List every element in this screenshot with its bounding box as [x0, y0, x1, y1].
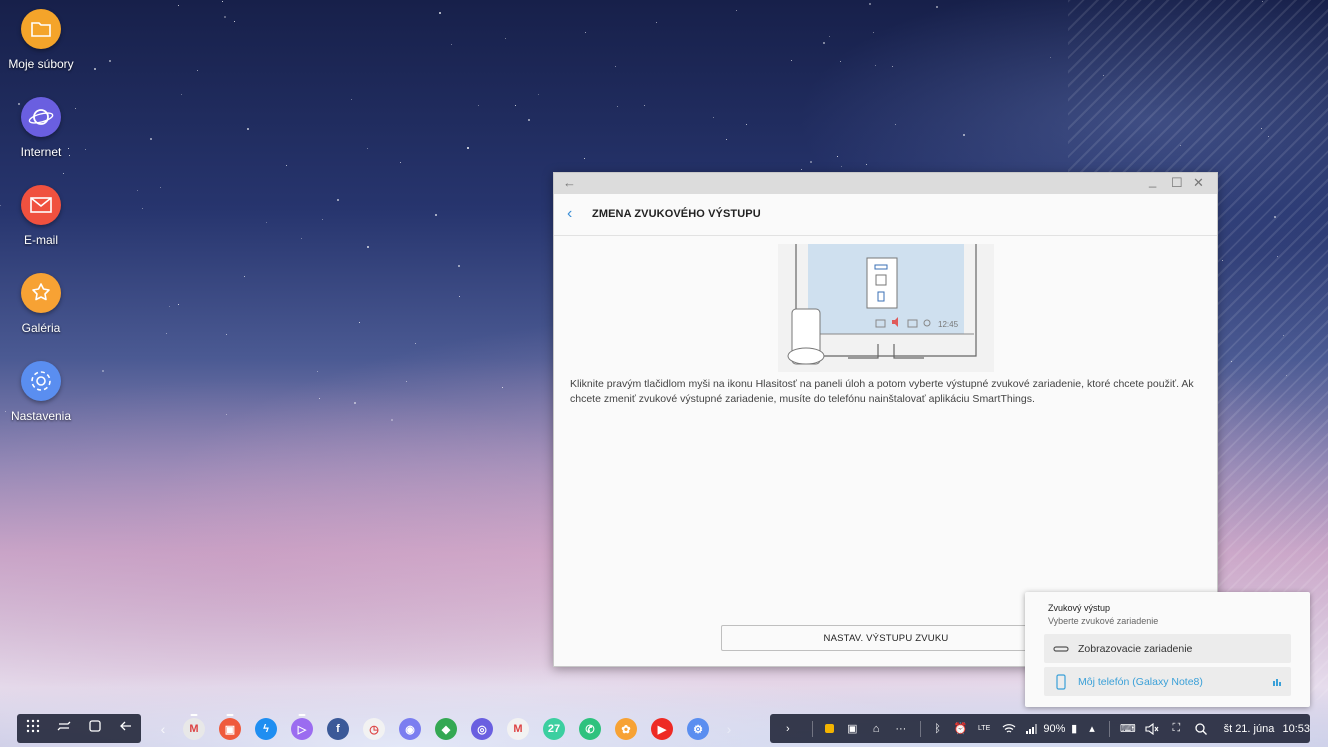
option-label: Môj telefón (Galaxy Note8) — [1078, 675, 1203, 688]
app-red-icon: ▣ — [219, 718, 241, 740]
taskbar-navigation — [17, 714, 141, 743]
popup-subtitle: Vyberte zvukové zariadenie — [1048, 616, 1159, 626]
internet-icon — [21, 97, 61, 137]
desktop-icon-label: Moje súbory — [8, 57, 74, 71]
desktop-icon-label: Internet — [20, 145, 62, 159]
desktop-icon-label: Nastavenia — [10, 409, 72, 423]
more-notifications-icon[interactable]: ··· — [888, 714, 914, 743]
facebook-icon: f — [327, 718, 349, 740]
desktop-icon-settings[interactable]: Nastavenia — [0, 361, 82, 423]
taskbar-app-gallery[interactable]: ✿ — [608, 712, 644, 746]
page-header: ‹ ZMENA ZVUKOVÉHO VÝSTUPU — [554, 194, 1217, 236]
expand-tray-icon[interactable]: › — [770, 714, 806, 743]
taskbar-app-app-red[interactable]: ▣ — [212, 712, 248, 746]
maps-icon: ◆ — [435, 718, 457, 740]
battery-icon: ▮ — [1071, 723, 1078, 735]
home-notification-icon[interactable]: ⌂ — [864, 714, 888, 743]
close-button[interactable]: ✕ — [1193, 175, 1204, 191]
option-label: Zobrazovacie zariadenie — [1078, 642, 1193, 655]
taskbar-app-clock[interactable]: ◷ — [356, 712, 392, 746]
taskbar-app-gmail[interactable]: M — [176, 712, 212, 746]
option-my-phone[interactable]: Môj telefón (Galaxy Note8) — [1044, 667, 1291, 696]
screen-capture-icon[interactable]: ⛶ — [1163, 714, 1189, 743]
set-sound-output-button[interactable]: NASTAV. VÝSTUPU ZVUKU — [721, 625, 1051, 651]
back-arrow-icon[interactable] — [119, 719, 133, 738]
window-titlebar[interactable]: ← _ ☐ ✕ — [554, 173, 1217, 194]
recent-apps-icon[interactable] — [57, 719, 71, 738]
desktop-icon-label: E-mail — [23, 233, 58, 247]
window-back-icon[interactable]: ← — [563, 175, 576, 190]
email-icon — [21, 185, 61, 225]
apps-grid-icon[interactable] — [26, 719, 40, 738]
volume-mute-icon[interactable] — [1140, 714, 1164, 743]
wifi-icon[interactable] — [996, 714, 1022, 743]
camera-icon: ◉ — [399, 718, 421, 740]
date-label[interactable]: št 21. júna — [1213, 714, 1275, 743]
taskbar-app-play[interactable]: ▷ — [284, 712, 320, 746]
popup-title: Zvukový výstup — [1048, 603, 1111, 613]
time-label[interactable]: 10:53 — [1274, 714, 1310, 743]
taskbar-app-camera[interactable]: ◉ — [392, 712, 428, 746]
home-icon[interactable] — [88, 719, 102, 738]
running-indicator — [190, 714, 198, 716]
scroll-right-icon[interactable]: › — [716, 721, 742, 737]
display-device-icon — [1044, 645, 1078, 653]
gallery-icon — [21, 273, 61, 313]
bluetooth-icon[interactable]: ᛒ — [927, 714, 949, 743]
gallery-icon: ✿ — [615, 718, 637, 740]
internet-icon: ◎ — [471, 718, 493, 740]
expand-up-icon[interactable]: ▴ — [1081, 714, 1103, 743]
desktop-icon-label: Galéria — [21, 321, 61, 335]
settings-icon: ⚙ — [687, 718, 709, 740]
illustration-image: 12:45 — [778, 244, 994, 372]
signal-icon — [1022, 714, 1042, 743]
taskbar-app-gmail2[interactable]: M — [500, 712, 536, 746]
messenger-icon: ϟ — [255, 718, 277, 740]
taskbar-apps: ‹ M ▣ ϟ ▷ f ◷ ◉ ◆ ◎ M 27 ✆ ✿ ▶ ⚙ › — [150, 712, 742, 746]
taskbar-app-settings[interactable]: ⚙ — [680, 712, 716, 746]
scroll-left-icon[interactable]: ‹ — [150, 721, 176, 737]
running-indicator — [298, 714, 306, 716]
taskbar-app-calendar[interactable]: 27 — [536, 712, 572, 746]
phone-icon — [1044, 673, 1078, 690]
battery-label: 90% — [1043, 722, 1066, 735]
desktop-icon-gallery[interactable]: Galéria — [0, 273, 82, 335]
maximize-button[interactable]: ☐ — [1171, 175, 1183, 191]
search-icon[interactable] — [1189, 714, 1213, 743]
option-display-device[interactable]: Zobrazovacie zariadenie — [1044, 634, 1291, 663]
play-icon: ▷ — [291, 718, 313, 740]
desktop-icon-internet[interactable]: Internet — [0, 97, 82, 159]
back-chevron-icon[interactable]: ‹ — [567, 205, 572, 223]
settings-icon — [21, 361, 61, 401]
alarm-icon[interactable]: ⏰ — [948, 714, 972, 743]
screenshot-icon[interactable]: ▣ — [840, 714, 864, 743]
phone-icon: ✆ — [579, 718, 601, 740]
illustration-time: 12:45 — [938, 320, 959, 329]
volte-icon: LTE — [977, 725, 991, 732]
taskbar-app-messenger[interactable]: ϟ — [248, 712, 284, 746]
page-title: ZMENA ZVUKOVÉHO VÝSTUPU — [592, 208, 761, 220]
description-text: Kliknite pravým tlačidlom myši na ikonu … — [570, 378, 1194, 405]
system-tray: › ▣ ⌂ ··· ᛒ ⏰ LTE 90% ▮ ▴ ⌨ ⛶ št 21. jún… — [770, 714, 1310, 743]
running-indicator — [226, 714, 234, 716]
folder-icon — [21, 9, 61, 49]
playing-indicator-icon — [1273, 677, 1281, 689]
calendar-icon: 27 — [543, 718, 565, 740]
sound-output-popup: Zvukový výstup Vyberte zvukové zariadeni… — [1025, 592, 1310, 707]
desktop-icon-email[interactable]: E-mail — [0, 185, 82, 247]
taskbar-app-maps[interactable]: ◆ — [428, 712, 464, 746]
desktop-icon-my-files[interactable]: Moje súbory — [0, 9, 82, 71]
minimize-button[interactable]: _ — [1149, 173, 1156, 188]
taskbar-app-internet[interactable]: ◎ — [464, 712, 500, 746]
youtube-icon: ▶ — [651, 718, 673, 740]
gmail2-icon: M — [507, 718, 529, 740]
clock-icon: ◷ — [363, 718, 385, 740]
keyboard-icon[interactable]: ⌨ — [1116, 714, 1140, 743]
taskbar-app-facebook[interactable]: f — [320, 712, 356, 746]
taskbar-app-youtube[interactable]: ▶ — [644, 712, 680, 746]
gmail-icon: M — [183, 718, 205, 740]
taskbar-app-phone[interactable]: ✆ — [572, 712, 608, 746]
notification-icon[interactable] — [819, 714, 841, 743]
